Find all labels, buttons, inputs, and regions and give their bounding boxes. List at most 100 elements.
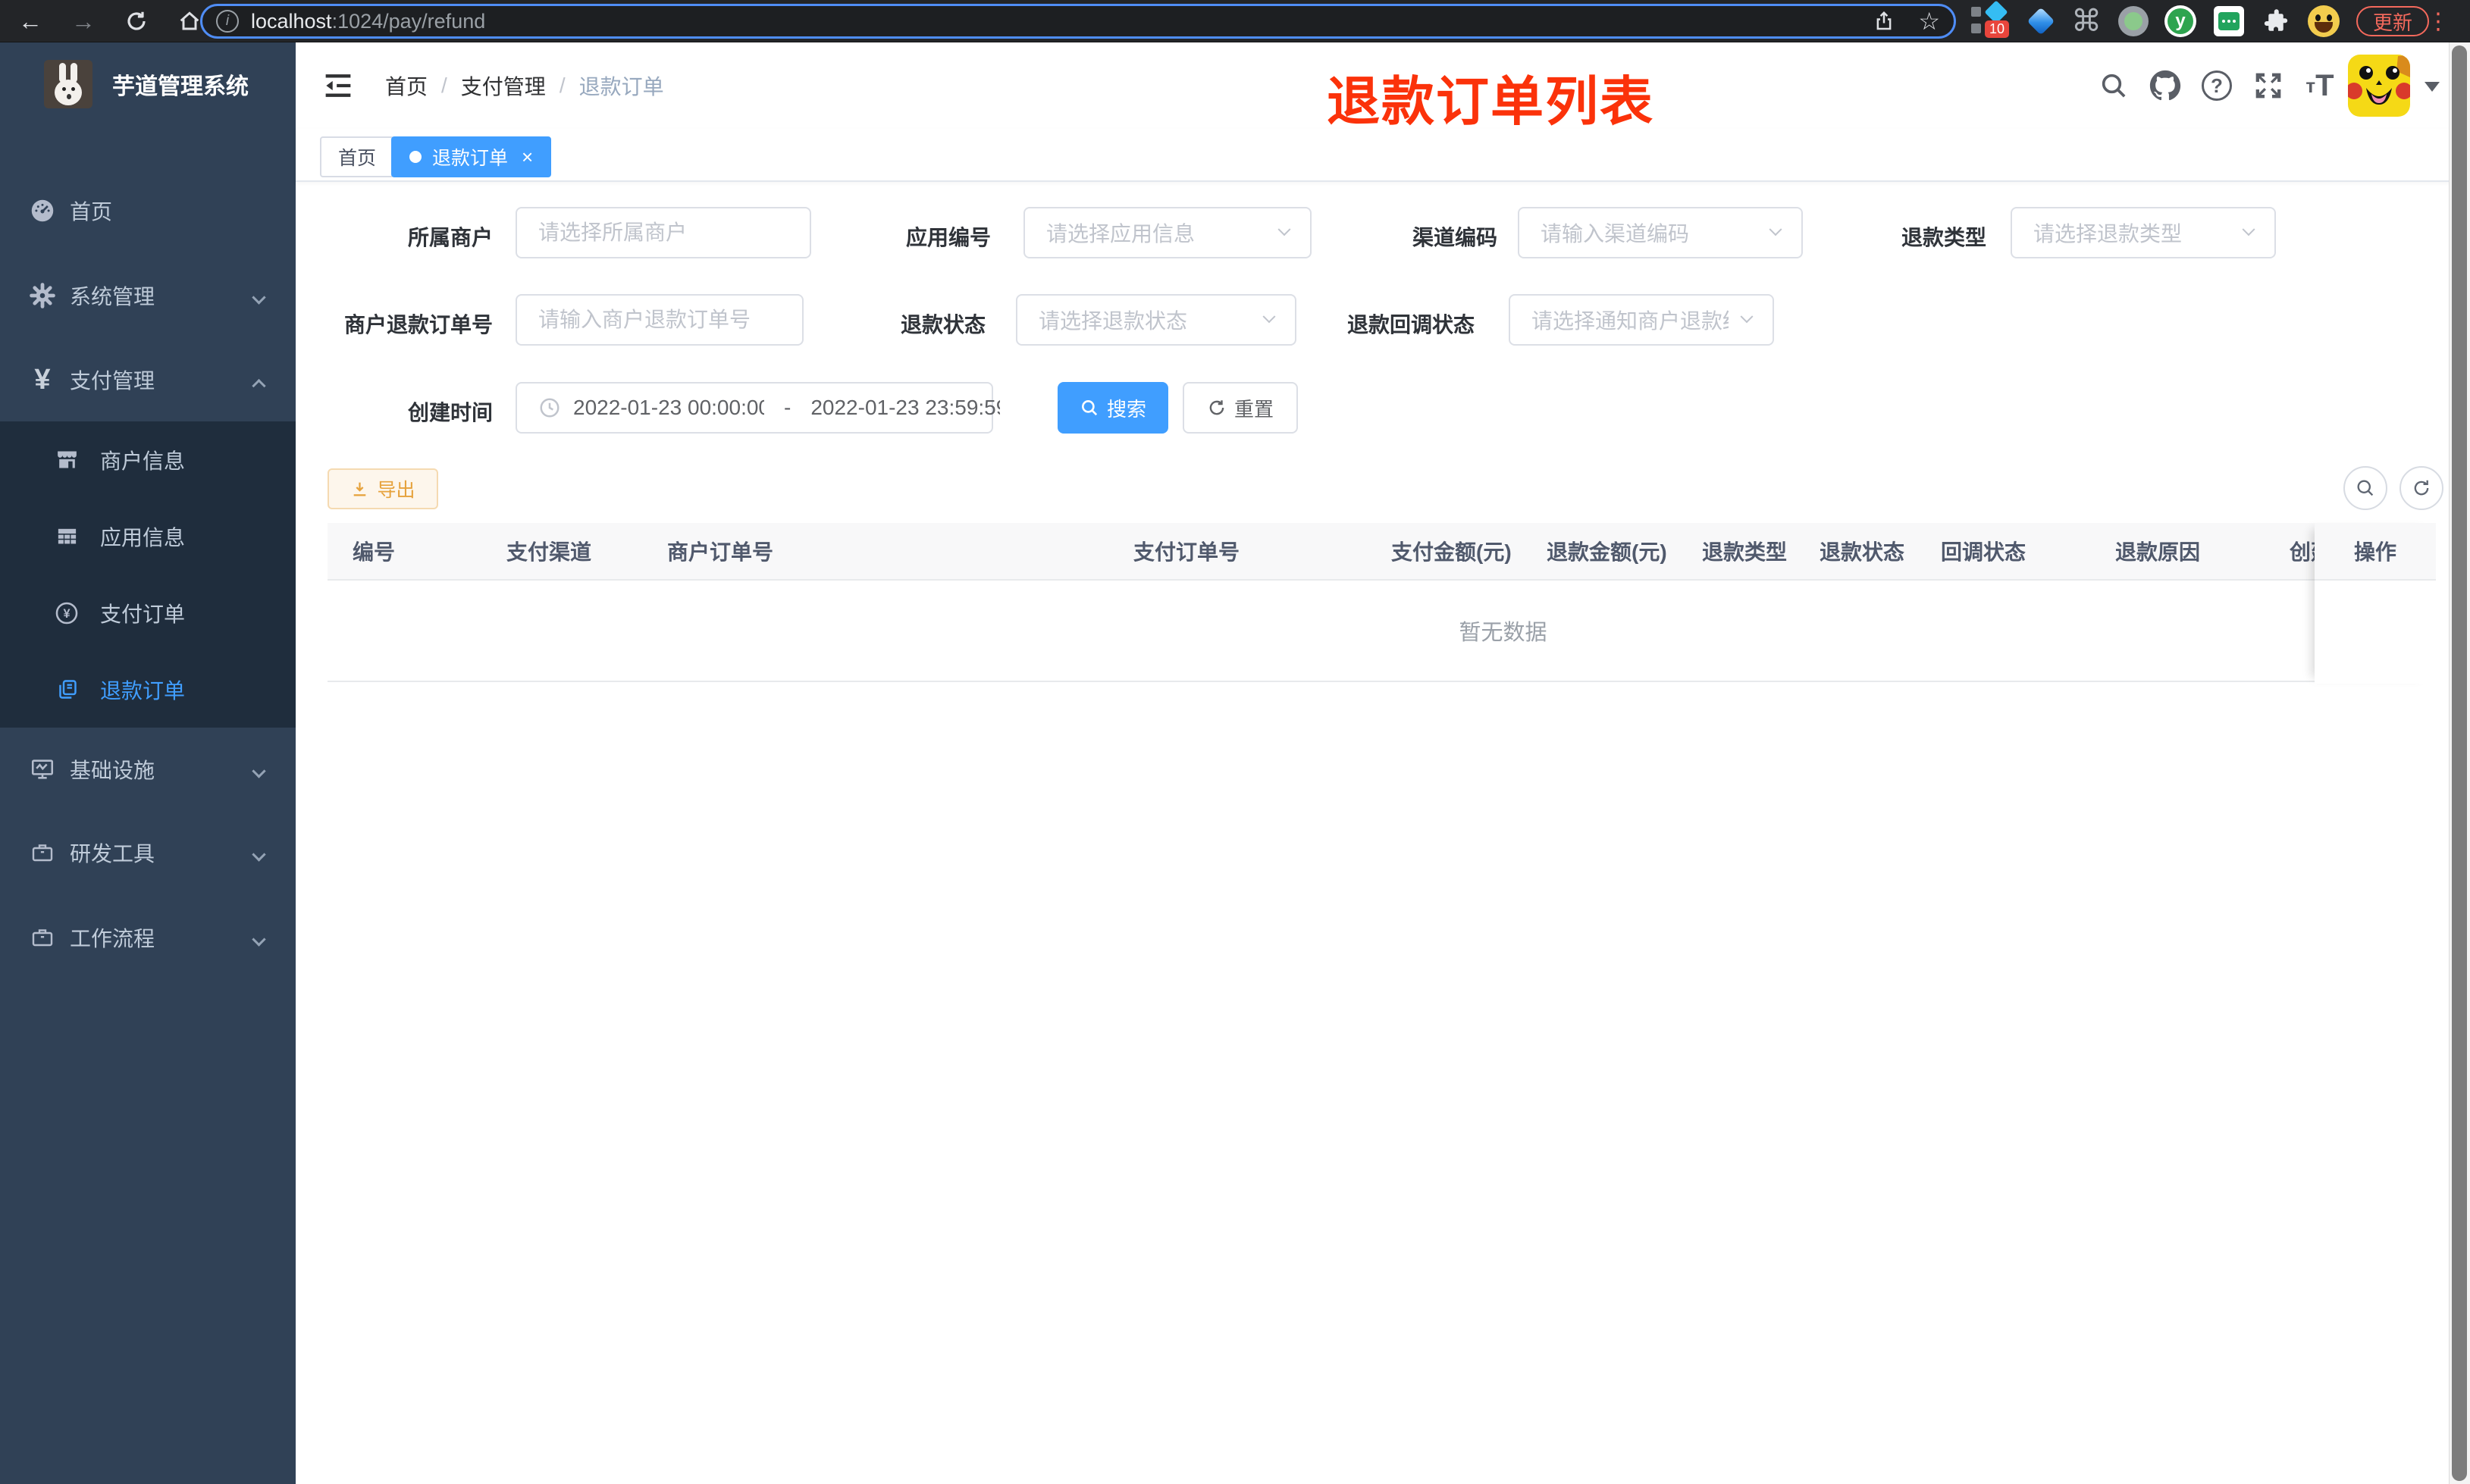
table-header-row: 编号 支付渠道 商户订单号 支付订单号 支付金额(元) 退款金额(元) 退款类型… (328, 523, 2436, 581)
fixed-action-column: 操作 (2315, 523, 2436, 684)
help-icon[interactable]: ? (2194, 42, 2240, 129)
window-scrollbar[interactable] (2449, 42, 2470, 1484)
sidebar-item-infrastructure[interactable]: 基础设施 (0, 728, 296, 810)
create-time-range-picker[interactable]: 2022-01-23 00:00:00 - 2022-01-23 23:59:5… (516, 382, 1000, 434)
browser-reload-icon[interactable] (115, 0, 158, 42)
export-button[interactable]: 导出 (328, 468, 438, 509)
breadcrumb-pay[interactable]: 支付管理 (461, 70, 546, 101)
col-notify-status: 回调状态 (1941, 540, 2026, 564)
col-pay-amount: 支付金额(元) (1391, 540, 1512, 564)
share-icon[interactable] (1873, 10, 1895, 33)
app-logo-rabbit (44, 60, 92, 108)
app-select[interactable]: 请选择应用信息 (1023, 207, 1312, 258)
tab-label: 首页 (338, 148, 377, 169)
chevron-down-icon (1740, 310, 1754, 324)
extension-command-icon[interactable]: ⌘ (2064, 0, 2109, 42)
extension-chat-icon[interactable] (2206, 0, 2252, 42)
table-search-toggle-button[interactable] (2343, 466, 2387, 510)
font-size-icon[interactable]: тT (2297, 42, 2343, 129)
sidebar-item-merchant-info[interactable]: 商户信息 (0, 421, 296, 498)
url-bar[interactable]: i localhost :1024/pay/refund ☆ (200, 4, 1956, 39)
sidebar-item-label: 退款订单 (100, 678, 186, 703)
url-path: :1024/pay/refund (331, 9, 486, 33)
browser-forward-icon[interactable]: → (62, 0, 105, 42)
sidebar-item-pay-order[interactable]: ¥ 支付订单 (0, 575, 296, 651)
chevron-down-icon (1769, 223, 1782, 236)
bookmark-star-icon[interactable]: ☆ (1918, 7, 1940, 36)
site-info-icon[interactable]: i (216, 10, 239, 33)
sidebar-item-system[interactable]: 系统管理 (0, 253, 296, 338)
sidebar-item-label: 支付管理 (70, 369, 155, 393)
range-end: 2022-01-23 23:59:59 (810, 396, 1001, 419)
browser-back-icon[interactable]: ← (9, 0, 52, 42)
tab-home[interactable]: 首页 (320, 136, 395, 177)
header-search-icon[interactable] (2091, 42, 2136, 129)
sidebar-item-app-info[interactable]: 应用信息 (0, 498, 296, 575)
yen-circle-icon: ¥ (53, 600, 80, 626)
merchant-input[interactable] (516, 207, 811, 258)
documents-icon (53, 678, 80, 701)
extension-gem-icon[interactable] (2018, 0, 2064, 42)
yen-icon: ¥ (34, 363, 51, 396)
sidebar-item-label: 研发工具 (70, 842, 155, 866)
sidebar-item-label: 基础设施 (70, 759, 155, 782)
sidebar-item-dev-tools[interactable]: 研发工具 (0, 810, 296, 895)
table-refresh-button[interactable] (2399, 466, 2443, 510)
user-avatar[interactable] (2348, 55, 2410, 117)
notify-status-select[interactable]: 请选择通知商户退款结果的 (1509, 294, 1774, 346)
gear-icon (27, 282, 58, 309)
fullscreen-icon[interactable] (2246, 42, 2291, 129)
merchant-refund-no-input[interactable] (516, 294, 804, 346)
col-action: 操作 (2315, 523, 2436, 581)
filter-label-channel: 渠道编码 (1412, 226, 1497, 249)
channel-select[interactable]: 请输入渠道编码 (1518, 207, 1803, 258)
col-merchant-order-no: 商户订单号 (667, 540, 774, 564)
sidebar-item-label: 工作流程 (70, 927, 155, 950)
close-icon[interactable]: × (522, 147, 533, 167)
scrollbar-thumb[interactable] (2452, 45, 2467, 1481)
page-title: 退款订单列表 (1327, 72, 1654, 131)
sidebar: 芋道管理系统 首页 系统管理 ¥ 支付管理 商户信息 应用信息 ¥ 支付订单 退… (0, 42, 296, 1484)
filter-label-refund-status: 退款状态 (900, 313, 986, 337)
col-id: 编号 (353, 540, 396, 564)
refund-status-select[interactable]: 请选择退款状态 (1016, 294, 1296, 346)
empty-text: 暂无数据 (1459, 621, 1547, 645)
browser-profile-avatar[interactable] (2300, 0, 2347, 42)
breadcrumb-home[interactable]: 首页 (385, 70, 428, 101)
chevron-down-icon (2242, 223, 2255, 236)
chrome-menu-icon[interactable]: ⋮ (2423, 0, 2453, 42)
sidebar-item-workflow[interactable]: 工作流程 (0, 895, 296, 980)
tab-label: 退款订单 (432, 148, 509, 169)
breadcrumb-current: 退款订单 (578, 75, 664, 99)
filter-label-app: 应用编号 (905, 226, 991, 249)
app-logo-row[interactable]: 芋道管理系统 (0, 42, 296, 126)
extension-tabs-outliner-icon[interactable]: 10 (1967, 0, 2017, 42)
tags-view-bar: 首页 退款订单 × (296, 129, 2470, 182)
grid-icon (53, 524, 80, 548)
col-refund-reason: 退款原因 (2115, 540, 2201, 564)
shop-icon (53, 447, 80, 472)
sidebar-collapse-icon[interactable] (321, 70, 355, 101)
sidebar-item-home[interactable]: 首页 (0, 168, 296, 253)
active-dot (409, 151, 422, 163)
sidebar-item-label: 商户信息 (100, 449, 186, 473)
chevron-down-icon (252, 932, 266, 947)
github-icon[interactable] (2142, 42, 2188, 129)
screen: ← → i localhost :1024/pay/refund ☆ 10 ⌘ … (0, 0, 2470, 1484)
refund-type-select[interactable]: 请选择退款类型 (2011, 207, 2276, 258)
col-refund-amount: 退款金额(元) (1547, 540, 1667, 564)
avatar-caret-down-icon[interactable] (2425, 82, 2440, 92)
search-button[interactable]: 搜索 (1058, 382, 1168, 434)
extension-y-icon[interactable]: y (2158, 0, 2203, 42)
top-header: 首页 / 支付管理 / 退款订单 退款订单列表 ? тT (296, 42, 2470, 131)
reset-button[interactable]: 重置 (1183, 382, 1298, 434)
tab-refund-order[interactable]: 退款订单 × (391, 136, 552, 177)
extensions-puzzle-icon[interactable] (2253, 0, 2299, 42)
monitor-icon (27, 756, 58, 782)
browser-chrome: ← → i localhost :1024/pay/refund ☆ 10 ⌘ … (0, 0, 2470, 42)
filter-label-create-time: 创建时间 (407, 401, 493, 424)
chrome-update-button[interactable]: 更新 (2356, 6, 2430, 36)
sidebar-item-refund-order[interactable]: 退款订单 (0, 651, 296, 728)
extension-proxy-icon[interactable] (2111, 0, 2156, 42)
sidebar-item-pay[interactable]: ¥ 支付管理 (0, 338, 296, 421)
